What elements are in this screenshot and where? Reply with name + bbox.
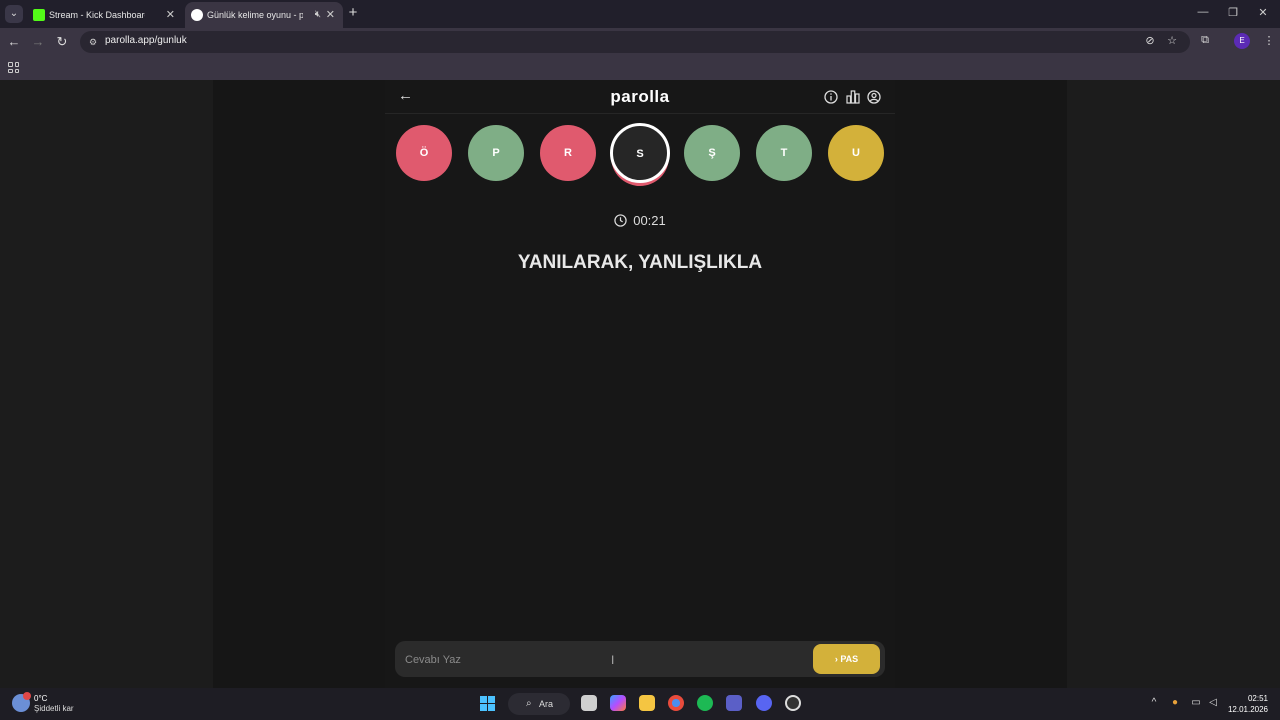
tab-strip: ⌄ Stream - Kick Dashboard ✕ Günlük kelim… <box>0 0 1280 28</box>
clock-icon <box>614 214 627 227</box>
apps-grid-icon[interactable] <box>8 62 19 73</box>
weather-alert-badge <box>23 692 31 700</box>
back-icon[interactable]: ← <box>6 34 22 50</box>
task-view-icon[interactable] <box>581 695 597 711</box>
bookmarks-bar <box>0 56 1280 80</box>
letter-circle: R <box>540 125 596 181</box>
clue-text: YANILARAK, YANLIŞLIKLA <box>517 252 763 273</box>
left-gutter <box>213 80 385 688</box>
file-explorer-icon[interactable] <box>639 695 655 711</box>
new-tab-button[interactable]: + <box>346 4 360 21</box>
copilot-icon[interactable] <box>610 695 626 711</box>
clock-date[interactable]: 12.01.2026 <box>1222 705 1268 714</box>
chrome-icon[interactable] <box>668 695 684 711</box>
letter-circle: Ö <box>396 125 452 181</box>
parolla-icon <box>191 9 203 21</box>
answer-bar: I › PAS <box>395 641 885 677</box>
parolla-logo: parolla <box>610 87 670 106</box>
volume-icon[interactable]: ◁ <box>1206 697 1220 708</box>
extensions-icon[interactable]: ⧉ <box>1197 34 1213 47</box>
game-header: ← parolla <box>385 80 895 114</box>
kick-icon <box>33 9 45 21</box>
letter-circle: P <box>468 125 524 181</box>
tab-search-button[interactable]: ⌄ <box>5 5 23 23</box>
close-icon[interactable]: ✕ <box>166 2 175 28</box>
stats-icon[interactable] <box>846 90 860 104</box>
taskbar-search[interactable]: ⌕ Ara <box>508 693 570 715</box>
windows-start-icon[interactable] <box>480 696 495 711</box>
close-window-icon[interactable]: ✕ <box>1256 6 1270 19</box>
network-icon[interactable]: ▭ <box>1189 697 1203 708</box>
letter-circle: U <box>828 125 884 181</box>
spotify-icon[interactable] <box>697 695 713 711</box>
pass-button[interactable]: › PAS <box>813 644 880 674</box>
restore-icon[interactable]: ❐ <box>1226 6 1240 19</box>
timer: 00:21 <box>385 213 895 228</box>
browser-toolbar: ← → ↻ ⚙ parolla.app/gunluk ⊘ ☆ ⧉ E ⋮ <box>0 28 1280 56</box>
right-gutter <box>895 80 1067 688</box>
tab-title: Günlük kelime oyunu - parolla <box>207 10 303 20</box>
pass-label: PAS <box>840 654 859 664</box>
timer-value: 00:21 <box>633 213 666 228</box>
tab-parolla[interactable]: Günlük kelime oyunu - parolla 🔇︎ ✕ <box>185 2 343 28</box>
search-icon: ⌕ <box>526 698 532 709</box>
game-panel: ← parolla Ö P R S Ş T U 00:21 YANILARAK,… <box>385 80 895 688</box>
obs-icon[interactable] <box>785 695 801 711</box>
info-icon[interactable] <box>824 90 838 104</box>
user-icon[interactable] <box>867 90 881 104</box>
menu-icon[interactable]: ⋮ <box>1261 34 1277 47</box>
discord-icon[interactable] <box>756 695 772 711</box>
url-text: parolla.app/gunluk <box>105 35 187 46</box>
tab-kick-dashboard[interactable]: Stream - Kick Dashboard ✕ <box>27 2 183 28</box>
page-content: ← parolla Ö P R S Ş T U 00:21 YANILARAK,… <box>0 80 1280 688</box>
forward-icon[interactable]: → <box>30 34 46 50</box>
search-label: Ara <box>539 699 554 709</box>
chevron-up-icon[interactable]: ^ <box>1147 697 1161 708</box>
site-info-icon[interactable]: ⚙ <box>87 36 99 48</box>
address-bar[interactable]: ⚙ parolla.app/gunluk <box>80 31 1190 53</box>
weather-temp: 0°C <box>34 694 48 703</box>
taskbar: 0°C Şiddetli kar ⌕ Ara ^ ● ▭ ◁ 02:51 12.… <box>0 688 1280 720</box>
letter-circle: Ş <box>684 125 740 181</box>
text-cursor-icon: I <box>611 653 615 667</box>
reload-icon[interactable]: ↻ <box>54 34 70 50</box>
letter-circle: T <box>756 125 812 181</box>
muted-speaker-icon[interactable]: 🔇︎ <box>315 2 321 28</box>
browser-window: ⌄ Stream - Kick Dashboard ✕ Günlük kelim… <box>0 0 1280 688</box>
letter-wheel: Ö P R S Ş T U <box>385 123 895 187</box>
bookmark-star-icon[interactable]: ☆ <box>1164 34 1180 47</box>
weather-desc: Şiddetli kar <box>34 704 74 713</box>
minimize-icon[interactable]: — <box>1196 6 1210 18</box>
current-letter-circle: S <box>610 123 670 183</box>
tab-title: Stream - Kick Dashboard <box>49 10 145 20</box>
answer-input[interactable] <box>405 651 805 669</box>
chevron-right-icon: › <box>834 654 838 664</box>
close-icon[interactable]: ✕ <box>326 2 335 28</box>
profile-avatar[interactable]: E <box>1234 33 1250 49</box>
teams-icon[interactable] <box>726 695 742 711</box>
clock-time[interactable]: 02:51 <box>1236 694 1268 703</box>
microphone-icon[interactable]: ● <box>1168 697 1182 708</box>
eye-off-icon[interactable]: ⊘ <box>1142 34 1158 47</box>
